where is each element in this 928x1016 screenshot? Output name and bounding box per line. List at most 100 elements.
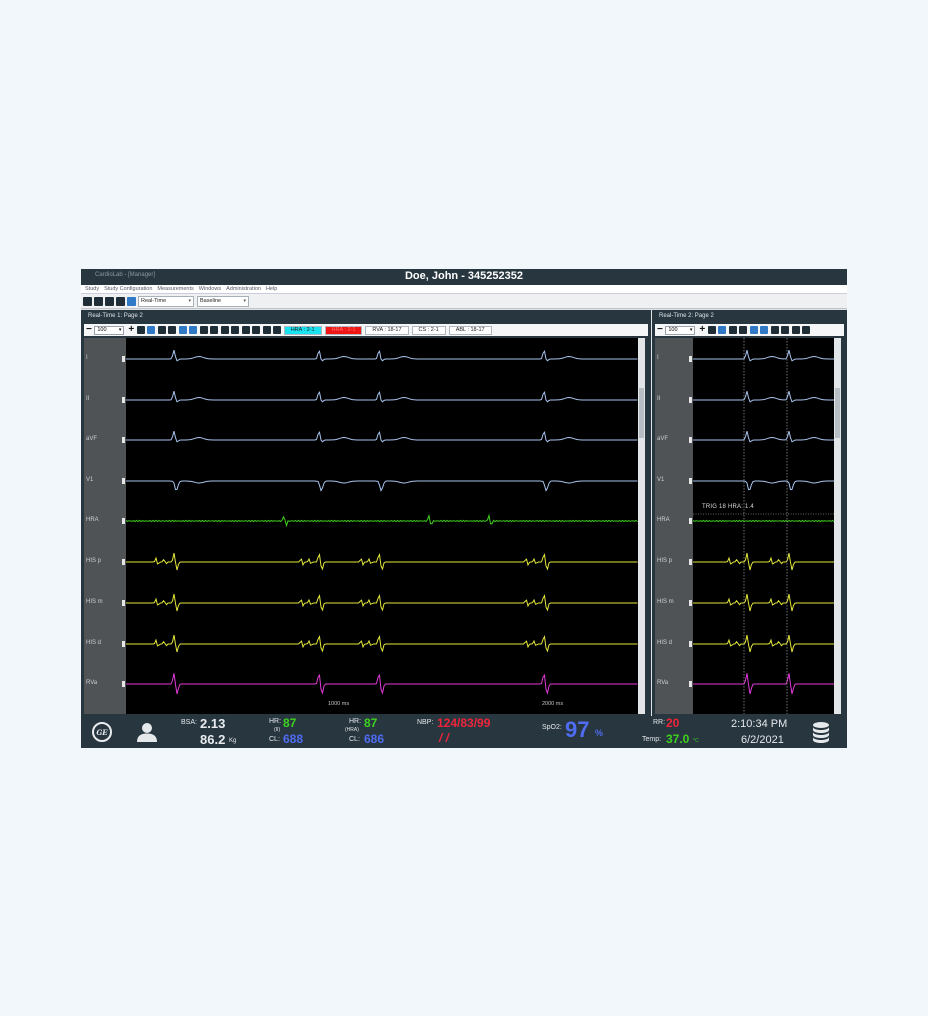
trace-his-m: [693, 593, 834, 612]
tools-icon[interactable]: [707, 326, 716, 334]
hr2-sub: (HRA): [345, 727, 359, 733]
tag-abl[interactable]: ABL : 18-17: [448, 325, 492, 335]
print-page-icon[interactable]: [231, 326, 240, 334]
pane-1-traces: [126, 349, 638, 695]
compress-icon[interactable]: [189, 326, 198, 334]
tools-icon[interactable]: [136, 326, 145, 334]
pane-1-zoom-select[interactable]: 100 ▾: [94, 325, 125, 335]
open-study-icon[interactable]: [83, 296, 92, 306]
patient-list-icon[interactable]: [94, 296, 103, 306]
lead-baseline-marker[interactable]: [122, 397, 125, 403]
weight-value: 86.2: [200, 732, 226, 747]
tag-hra-cyan[interactable]: HRA : 2-1: [283, 325, 322, 335]
lead-baseline-marker[interactable]: [122, 641, 125, 647]
lead-baseline-marker[interactable]: [122, 478, 125, 484]
rr-label: RR:: [653, 719, 666, 726]
vertical-caliper-icon[interactable]: [728, 326, 737, 334]
lead-label-ii: II: [657, 396, 661, 402]
horizontal-caliper-icon[interactable]: [718, 326, 727, 334]
expand-icon[interactable]: [749, 326, 758, 334]
lead-baseline-marker[interactable]: [122, 600, 125, 606]
print-icon[interactable]: [105, 296, 114, 306]
spo2-label: SpO2:: [542, 724, 562, 731]
menu-study-configuration[interactable]: Study Configuration: [104, 286, 152, 292]
expand-icon[interactable]: [178, 326, 187, 334]
tag-rva[interactable]: RVA : 18-17: [365, 325, 409, 335]
trace-his-m: [126, 593, 638, 612]
swap-icon[interactable]: [262, 326, 271, 334]
temp-value: 37.0: [666, 732, 690, 746]
lead-baseline-marker[interactable]: [689, 397, 692, 403]
zoom-in-icon[interactable]: +: [128, 325, 134, 335]
baseline-select[interactable]: Baseline ▾: [197, 295, 249, 307]
lead-label-hra: HRA: [86, 517, 99, 523]
print-page-icon[interactable]: [802, 326, 811, 334]
lead-baseline-marker[interactable]: [689, 518, 692, 524]
trace-i: [693, 349, 834, 362]
compress-icon[interactable]: [760, 326, 769, 334]
timer-icon[interactable]: [252, 326, 261, 334]
vertical-caliper-icon[interactable]: [157, 326, 166, 334]
tag-hra-red[interactable]: HRA : 2-1: [324, 325, 363, 335]
alarm-icon[interactable]: [241, 326, 250, 334]
trace-ii: [126, 390, 638, 403]
lead-baseline-marker[interactable]: [122, 437, 125, 443]
user-icon[interactable]: [136, 721, 158, 743]
lead-baseline-marker[interactable]: [689, 478, 692, 484]
menu-study[interactable]: Study: [85, 286, 99, 292]
monitor-icon[interactable]: [116, 296, 125, 306]
database-icon[interactable]: [812, 721, 830, 743]
horizontal-caliper-icon[interactable]: [147, 326, 156, 334]
pane-1-toolbar: − 100 ▾ + HRA : 2-1 HRA : 2-1 RVA : 18-17…: [84, 324, 648, 336]
lead-baseline-marker[interactable]: [122, 518, 125, 524]
lead-label-v1: V1: [86, 477, 94, 483]
pane-2-toolbar: − 100 ▾ +: [655, 324, 844, 336]
pane-2-title: Real-Time 2: Page 2: [659, 313, 714, 319]
pane-2-zoom-select[interactable]: 100 ▾: [665, 325, 696, 335]
channel-icon[interactable]: [210, 326, 219, 334]
lead-label-i: I: [657, 355, 659, 361]
layout-icon[interactable]: [199, 326, 208, 334]
zoom-in-icon[interactable]: +: [699, 325, 705, 335]
lead-baseline-marker[interactable]: [689, 600, 692, 606]
zoom-out-icon[interactable]: −: [86, 325, 92, 335]
menu-measurements[interactable]: Measurements: [157, 286, 193, 292]
weight-unit: Kg: [229, 738, 237, 744]
column-icon[interactable]: [739, 326, 748, 334]
number-4-icon[interactable]: [220, 326, 229, 334]
lead-baseline-marker[interactable]: [122, 356, 125, 362]
lead-baseline-marker[interactable]: [689, 356, 692, 362]
layout-icon[interactable]: [770, 326, 779, 334]
lead-baseline-marker[interactable]: [689, 559, 692, 565]
hr1-value: 87: [283, 716, 297, 730]
lead-label-his-p: HIS p: [86, 558, 102, 564]
mode-select[interactable]: Real-Time ▾: [138, 295, 194, 307]
column-icon[interactable]: [168, 326, 177, 334]
nbp-sub-value: / /: [439, 731, 450, 745]
menu-windows[interactable]: Windows: [199, 286, 221, 292]
lead-label-his-m: HIS m: [657, 599, 674, 605]
lead-baseline-marker[interactable]: [689, 681, 692, 687]
lead-baseline-marker[interactable]: [689, 437, 692, 443]
pane-1-title: Real-Time 1: Page 2: [88, 313, 143, 319]
lead-baseline-marker[interactable]: [689, 641, 692, 647]
nbp-value: 124/83/99: [437, 716, 491, 730]
tag-cs[interactable]: CS : 2-1: [411, 325, 446, 335]
trace-his-p: [126, 552, 638, 571]
speaker-icon[interactable]: [127, 296, 136, 306]
nbp-label: NBP:: [417, 719, 434, 726]
pane-1-lead-gutter: [84, 338, 126, 714]
pane-2-scrollbar[interactable]: [834, 338, 841, 714]
lead-baseline-marker[interactable]: [122, 559, 125, 565]
lead-label-avf: aVF: [86, 436, 98, 442]
channel-icon[interactable]: [781, 326, 790, 334]
pane-1-scrollbar[interactable]: [638, 338, 645, 714]
zoom-out-icon[interactable]: −: [657, 325, 663, 335]
menu-administration[interactable]: Administration: [226, 286, 261, 292]
number-4-icon[interactable]: [791, 326, 800, 334]
grid-icon[interactable]: [273, 326, 282, 334]
ge-logo: GE: [92, 722, 112, 742]
trace-avf: [693, 430, 834, 443]
menu-help[interactable]: Help: [266, 286, 277, 292]
lead-baseline-marker[interactable]: [122, 681, 125, 687]
